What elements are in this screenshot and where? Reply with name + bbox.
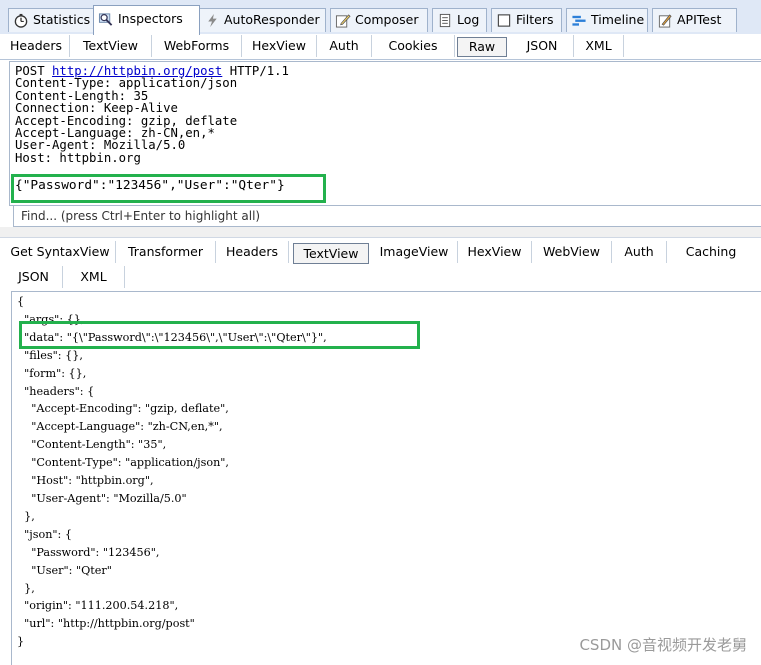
- response-line: "files": {},: [17, 348, 83, 362]
- request-tab-hexview[interactable]: HexView: [242, 35, 317, 57]
- response-tab-hexview[interactable]: HexView: [458, 241, 532, 263]
- response-line: },: [17, 509, 35, 523]
- response-view-tabs-row2: JSON XML: [0, 264, 761, 291]
- tab-statistics[interactable]: Statistics: [8, 8, 94, 32]
- timeline-icon: [572, 15, 586, 26]
- request-tab-cookies[interactable]: Cookies: [372, 35, 455, 57]
- tab-label: Timeline: [591, 12, 645, 27]
- test-icon: [658, 14, 672, 28]
- watermark: CSDN @音视频开发老舅: [579, 636, 747, 654]
- response-line: "Host": "httpbin.org",: [17, 474, 154, 488]
- raw-request-text: POST http://httpbin.org/post HTTP/1.1 Co…: [15, 65, 289, 164]
- tab-timeline[interactable]: Timeline: [566, 8, 648, 32]
- response-line: },: [17, 581, 35, 595]
- response-line: "Accept-Language": "zh-CN,en,*",: [17, 420, 223, 434]
- tab-log[interactable]: Log: [432, 8, 487, 32]
- tab-composer[interactable]: Composer: [330, 8, 428, 32]
- request-tab-auth[interactable]: Auth: [317, 35, 372, 57]
- response-tab-syntaxview[interactable]: Get SyntaxView: [5, 241, 116, 263]
- tab-label: Log: [457, 12, 480, 27]
- response-view-tabs: Get SyntaxView Transformer Headers TextV…: [0, 238, 761, 265]
- tab-label: Composer: [355, 12, 419, 27]
- tab-inspectors[interactable]: Inspectors: [93, 5, 200, 35]
- response-line: }: [17, 635, 25, 649]
- request-body-highlight: [11, 174, 326, 203]
- tab-label: APITest: [677, 12, 722, 27]
- response-tab-imageview[interactable]: ImageView: [371, 241, 458, 263]
- tab-apitest[interactable]: APITest: [652, 8, 737, 32]
- magnifier-icon: [98, 13, 113, 26]
- checkbox-icon: [497, 14, 511, 27]
- request-view-tabs: Headers TextView WebForms HexView Auth C…: [0, 34, 761, 60]
- response-line: "Accept-Encoding": "gzip, deflate",: [17, 402, 229, 416]
- response-tab-caching[interactable]: Caching: [673, 241, 749, 263]
- tab-label: Inspectors: [118, 11, 183, 26]
- tab-filters[interactable]: Filters: [491, 8, 562, 32]
- pane-splitter[interactable]: [0, 227, 761, 238]
- top-tab-strip: Statistics Inspectors AutoResponder Comp…: [0, 0, 761, 35]
- response-tab-auth[interactable]: Auth: [612, 241, 667, 263]
- response-tab-textview[interactable]: TextView: [293, 243, 369, 264]
- response-line: "form": {},: [17, 366, 87, 380]
- response-line: "headers": {: [17, 384, 95, 398]
- request-tab-textview[interactable]: TextView: [70, 35, 152, 57]
- tab-autoresponder[interactable]: AutoResponder: [199, 8, 326, 32]
- response-line: "Password": "123456",: [17, 545, 160, 559]
- response-tab-transformer[interactable]: Transformer: [116, 241, 216, 263]
- response-tab-json[interactable]: JSON: [5, 266, 63, 288]
- request-tab-xml[interactable]: XML: [574, 35, 624, 57]
- response-line: {: [17, 295, 25, 308]
- pencil-icon: [335, 14, 351, 28]
- response-line: "User": "Qter": [17, 563, 112, 577]
- tab-label: Filters: [516, 12, 554, 27]
- stopwatch-icon: [14, 13, 28, 28]
- log-icon: [439, 13, 451, 28]
- tab-label: AutoResponder: [224, 12, 320, 27]
- response-line: "url": "http://httpbin.org/post": [17, 617, 195, 631]
- tab-label: Statistics: [33, 12, 91, 27]
- find-input[interactable]: Find... (press Ctrl+Enter to highlight a…: [13, 205, 761, 227]
- request-header-line: Host: httpbin.org: [15, 150, 141, 165]
- request-tab-raw[interactable]: Raw: [457, 37, 507, 57]
- response-line: "User-Agent": "Mozilla/5.0": [17, 491, 187, 505]
- lightning-icon: [208, 13, 217, 28]
- response-tab-xml[interactable]: XML: [63, 266, 125, 288]
- response-line: "origin": "111.200.54.218",: [17, 599, 179, 613]
- response-tab-webview[interactable]: WebView: [532, 241, 612, 263]
- response-data-highlight: [19, 321, 420, 349]
- request-tab-json[interactable]: JSON: [511, 35, 574, 57]
- response-line: "Content-Length": "35",: [17, 438, 167, 452]
- request-tab-webforms[interactable]: WebForms: [152, 35, 242, 57]
- response-line: "Content-Type": "application/json",: [17, 456, 229, 470]
- request-tab-headers[interactable]: Headers: [3, 35, 70, 57]
- response-tab-headers[interactable]: Headers: [216, 241, 289, 263]
- response-line: "json": {: [17, 527, 72, 541]
